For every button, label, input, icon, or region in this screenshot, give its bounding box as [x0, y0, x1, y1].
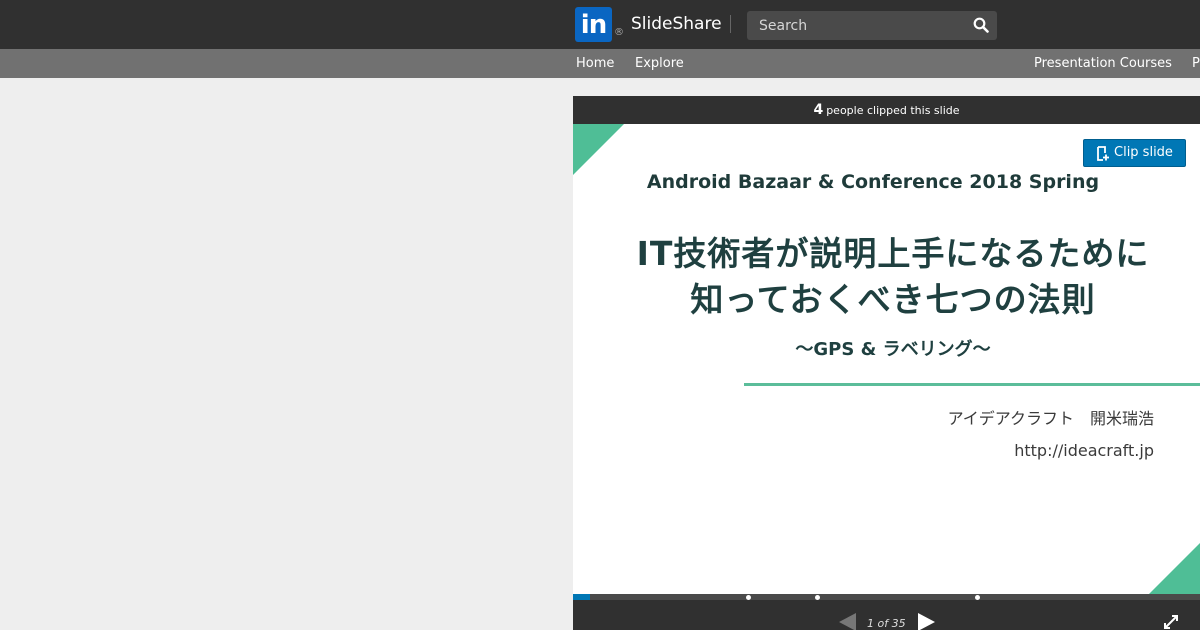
slide-player: 4 people clipped this slide Clip slide An… — [573, 96, 1200, 630]
nav-bar: Home Explore Presentation Courses P — [0, 49, 1200, 78]
search-box — [747, 11, 997, 40]
player-controls: 1 of 35 — [573, 600, 1200, 630]
slide-divider-line — [744, 383, 1200, 386]
clip-count: 4 — [813, 102, 824, 118]
fullscreen-icon[interactable] — [1163, 614, 1179, 630]
nav-presentation-courses-link[interactable]: Presentation Courses — [1034, 56, 1172, 71]
previous-slide-button[interactable] — [839, 613, 856, 630]
slide-title-line-1: IT技術者が説明上手になるために — [636, 234, 1150, 273]
nav-explore-link[interactable]: Explore — [635, 56, 684, 71]
search-icon[interactable] — [973, 17, 989, 33]
nav-truncated-link[interactable]: P — [1192, 56, 1200, 71]
brand-name[interactable]: SlideShare — [631, 14, 722, 34]
header-divider — [730, 15, 731, 33]
slide-url: http://ideacraft.jp — [1014, 441, 1154, 460]
progress-marker[interactable] — [974, 594, 980, 600]
page-indicator: 1 of 35 — [867, 617, 906, 630]
registered-mark: ® — [614, 27, 624, 38]
slide-canvas[interactable]: Clip slide Android Bazaar & Conference 2… — [573, 124, 1200, 594]
nav-home-link[interactable]: Home — [576, 56, 614, 71]
slide-author: アイデアクラフト 開米瑞浩 — [947, 409, 1154, 428]
clip-slide-button[interactable]: Clip slide — [1083, 139, 1186, 167]
linkedin-logo[interactable]: in — [575, 7, 612, 42]
progress-marker[interactable] — [746, 594, 752, 600]
clip-count-bar: 4 people clipped this slide — [573, 96, 1200, 124]
top-header: in ® SlideShare — [0, 0, 1200, 49]
slide-title-line-2: 知っておくべき七つの法則 — [690, 280, 1096, 319]
progress-marker[interactable] — [815, 594, 821, 600]
slide-subtitle: 〜GPS & ラベリング〜 — [795, 339, 991, 360]
clip-icon — [1097, 146, 1109, 161]
slide-conference-name: Android Bazaar & Conference 2018 Spring — [646, 171, 1100, 193]
slide-corner-decoration-top — [573, 124, 624, 175]
search-input[interactable] — [747, 11, 963, 40]
clip-count-text: people clipped this slide — [826, 104, 960, 117]
next-slide-button[interactable] — [918, 613, 935, 630]
clip-slide-label: Clip slide — [1114, 145, 1173, 160]
slide-corner-decoration-bottom — [1149, 543, 1200, 594]
